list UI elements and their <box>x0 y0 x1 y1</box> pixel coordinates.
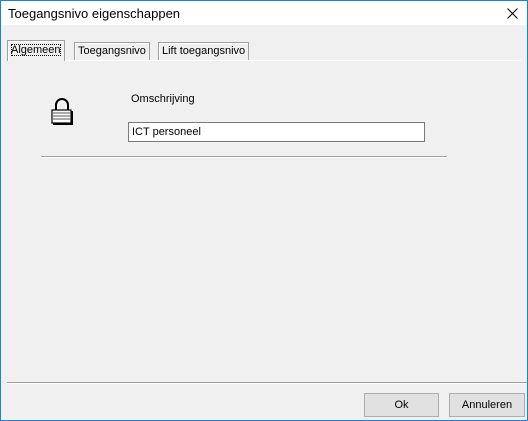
padlock-icon <box>51 97 73 125</box>
dialog-window: Toegangsnivo eigenschappen Algemeen Toeg… <box>0 0 528 421</box>
tab-algemeen[interactable]: Algemeen <box>7 40 65 61</box>
window-title: Toegangsnivo eigenschappen <box>8 6 181 21</box>
close-icon <box>506 7 518 19</box>
button-bar-divider <box>7 382 527 384</box>
tab-label: Toegangsnivo <box>78 45 146 57</box>
tab-label: Lift toegangsnivo <box>162 45 246 57</box>
content-divider <box>41 156 447 158</box>
title-bar[interactable]: Toegangsnivo eigenschappen <box>1 1 527 25</box>
tab-toegangsnivo[interactable]: Toegangsnivo <box>74 42 150 60</box>
tab-strip: Algemeen Toegangsnivo Lift toegangsnivo <box>7 37 521 61</box>
description-label: Omschrijving <box>131 93 195 105</box>
tab-lift-toegangsnivo[interactable]: Lift toegangsnivo <box>158 42 250 60</box>
close-button[interactable] <box>497 1 527 25</box>
ok-button[interactable]: Ok <box>364 393 439 417</box>
description-input[interactable] <box>128 122 425 142</box>
tab-panel-border <box>7 60 521 61</box>
tab-label: Algemeen <box>11 44 61 56</box>
cancel-button[interactable]: Annuleren <box>449 393 525 417</box>
